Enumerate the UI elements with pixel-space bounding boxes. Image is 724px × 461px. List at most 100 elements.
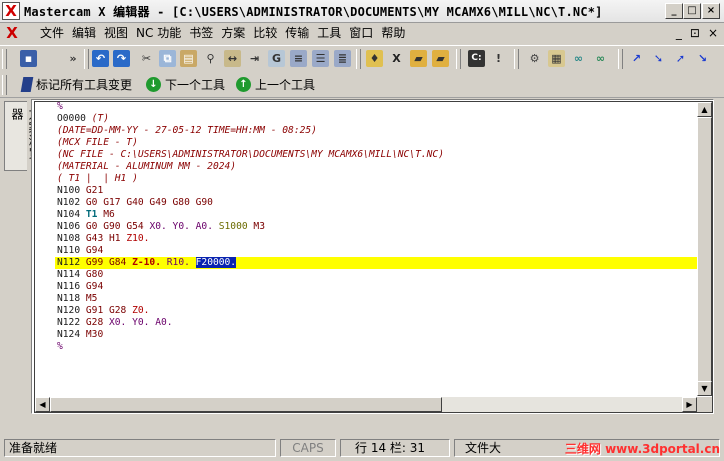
code-line: N122 G28 X0. Y0. A0. <box>57 317 173 328</box>
code-line: N108 G43 H1 Z10. <box>57 233 150 244</box>
mdi-restore-button[interactable]: ⊡ <box>690 26 700 40</box>
arrow-down-icon[interactable]: ↘ <box>694 50 711 67</box>
code-line: % <box>57 341 63 352</box>
horizontal-scrollbar[interactable]: ◀ ▶ <box>35 397 697 412</box>
toolbar-grip[interactable] <box>84 49 89 69</box>
toolbar-grip[interactable] <box>2 75 7 95</box>
toolbar-overflow-icon[interactable]: » <box>68 50 78 67</box>
mark-all-tool-changes-label: 标记所有工具变更 <box>36 78 133 92</box>
arrow-up-icon[interactable]: ↗ <box>628 50 645 67</box>
code-line: N118 M5 <box>57 293 98 304</box>
goto-icon[interactable]: G <box>268 50 285 67</box>
toolbar-grip[interactable] <box>618 49 623 69</box>
menu-nc-function[interactable]: NC 功能 <box>132 26 185 41</box>
toolbar-grip[interactable] <box>356 49 361 69</box>
menu-help[interactable]: 帮助 <box>377 26 409 41</box>
code-line: N124 M30 <box>57 329 104 340</box>
previous-tool-button[interactable]: ↑ 上一个工具 <box>236 76 315 93</box>
code-line: N110 G94 <box>57 245 104 256</box>
replace-icon[interactable]: ↔ <box>224 50 241 67</box>
vertical-scroll-thumb[interactable] <box>697 117 712 382</box>
watermark-url: www.3dportal.cn <box>605 442 720 456</box>
settings-icon[interactable]: ⚙ <box>526 50 543 67</box>
mdi-minimize-button[interactable]: _ <box>676 26 682 40</box>
menu-bar: X 文件 编辑 视图 NC 功能 书签 方案 比较 传输 工具 窗口 帮助 _ … <box>0 23 724 44</box>
minimize-button[interactable]: _ <box>665 3 683 19</box>
next-tool-button[interactable]: ↓ 下一个工具 <box>146 76 225 93</box>
code-line: N102 G0 G17 G40 G49 G80 G90 <box>57 197 213 208</box>
menu-window[interactable]: 窗口 <box>345 26 377 41</box>
menu-bookmark[interactable]: 书签 <box>185 26 217 41</box>
redo-icon[interactable]: ↷ <box>113 50 130 67</box>
status-bar: 准备就绪 CAPS 行 14 栏: 31 文件大 三维网 www.3dporta… <box>0 437 724 461</box>
status-caps: CAPS <box>280 439 336 457</box>
toolbar-grip[interactable] <box>456 49 461 69</box>
find-icon[interactable]: ⚲ <box>202 50 219 67</box>
indent-icon[interactable]: ☰ <box>312 50 329 67</box>
scheme-browser-tab[interactable]: 方案浏览器 <box>4 101 41 171</box>
arrow-up-icon: ↑ <box>236 77 251 92</box>
scroll-right-button[interactable]: ▶ <box>682 397 697 412</box>
nc-code[interactable]: % O0000 (T) (DATE=DD-MM-YY - 27-05-12 TI… <box>55 101 699 353</box>
toolbar-grip[interactable] <box>514 49 519 69</box>
menu-view[interactable]: 视图 <box>100 26 132 41</box>
code-line: N104 T1 M6 <box>57 209 115 220</box>
config-icon[interactable]: ▦ <box>548 50 565 67</box>
maximize-button[interactable]: □ <box>683 3 701 19</box>
code-line: N106 G0 G90 G54 X0. Y0. A0. S1000 M3 <box>57 221 265 232</box>
selected-text: F20000. <box>195 257 237 268</box>
mdi-close-button[interactable]: × <box>708 26 718 40</box>
code-line: (MCX FILE - T) <box>57 137 138 148</box>
menu-tools[interactable]: 工具 <box>313 26 345 41</box>
chain-icon[interactable]: ∞ <box>592 50 609 67</box>
save-icon[interactable]: ▪ <box>20 50 37 67</box>
arrow-down-icon: ↓ <box>146 77 161 92</box>
menu-compare[interactable]: 比较 <box>249 26 281 41</box>
document-icon[interactable]: X <box>4 25 20 41</box>
window-title: Mastercam X 编辑器 - [C:\USERS\ADMINISTRATO… <box>24 5 603 19</box>
vertical-scrollbar[interactable]: ▲ ▼ <box>697 102 712 396</box>
status-position: 行 14 栏: 31 <box>340 439 450 457</box>
code-line: N120 G91 G28 Z0. <box>57 305 150 316</box>
menu-file[interactable]: 文件 <box>36 26 68 41</box>
menu-edit[interactable]: 编辑 <box>68 26 100 41</box>
menu-transfer[interactable]: 传输 <box>281 26 313 41</box>
mastercam-x-icon[interactable]: X <box>388 50 405 67</box>
renumber-icon[interactable]: ≣ <box>334 50 351 67</box>
copy-icon[interactable]: ⧉ <box>159 50 176 67</box>
align-icon[interactable]: ≡ <box>290 50 307 67</box>
undo-icon[interactable]: ↶ <box>92 50 109 67</box>
code-line: (NC FILE - C:\USERS\ADMINISTRATOR\DOCUME… <box>57 149 444 160</box>
scroll-up-button[interactable]: ▲ <box>697 102 712 117</box>
status-ready: 准备就绪 <box>4 439 276 457</box>
open-folder-icon[interactable]: ▰ <box>410 50 427 67</box>
mastercam-logo-icon[interactable]: X <box>2 2 20 20</box>
title-bar: X Mastercam X 编辑器 - [C:\USERS\ADMINISTRA… <box>0 0 724 23</box>
arrow-right-icon[interactable]: ➘ <box>650 50 667 67</box>
watermark-cn: 三维网 <box>564 442 601 456</box>
horizontal-scroll-thumb[interactable] <box>50 397 442 412</box>
arrow-red-icon[interactable]: ➚ <box>672 50 689 67</box>
find-next-icon[interactable]: ⇥ <box>246 50 263 67</box>
scroll-down-button[interactable]: ▼ <box>697 381 712 396</box>
terminal-icon[interactable]: C: <box>468 50 485 67</box>
previous-tool-label: 上一个工具 <box>255 78 316 92</box>
close-button[interactable]: × <box>702 3 720 19</box>
code-line: N100 G21 <box>57 185 104 196</box>
scroll-left-button[interactable]: ◀ <box>35 397 50 412</box>
scrollbar-corner <box>697 397 712 412</box>
code-line: (MATERIAL - ALUMINUM MM - 2024) <box>57 161 237 172</box>
link-icon[interactable]: ∞ <box>570 50 587 67</box>
tool-icon[interactable]: ♦ <box>366 50 383 67</box>
main-toolbar: ▪ » ↶ ↷ ✂ ⧉ ▤ ⚲ ↔ ⇥ G ≡ ☰ ≣ ♦ X ▰ ▰ C: !… <box>0 45 724 73</box>
mark-all-tool-changes-button[interactable]: 标记所有工具变更 <box>20 76 133 93</box>
folder-edit-icon[interactable]: ▰ <box>432 50 449 67</box>
cut-icon[interactable]: ✂ <box>138 50 155 67</box>
paste-icon[interactable]: ▤ <box>180 50 197 67</box>
code-line: N114 G80 <box>57 269 104 280</box>
code-line: ( T1 | | H1 ) <box>57 173 138 184</box>
toolbar-grip[interactable] <box>2 49 7 69</box>
menu-scheme[interactable]: 方案 <box>217 26 249 41</box>
watermark: 三维网 www.3dportal.cn <box>565 440 720 457</box>
info-icon[interactable]: ! <box>490 50 507 67</box>
